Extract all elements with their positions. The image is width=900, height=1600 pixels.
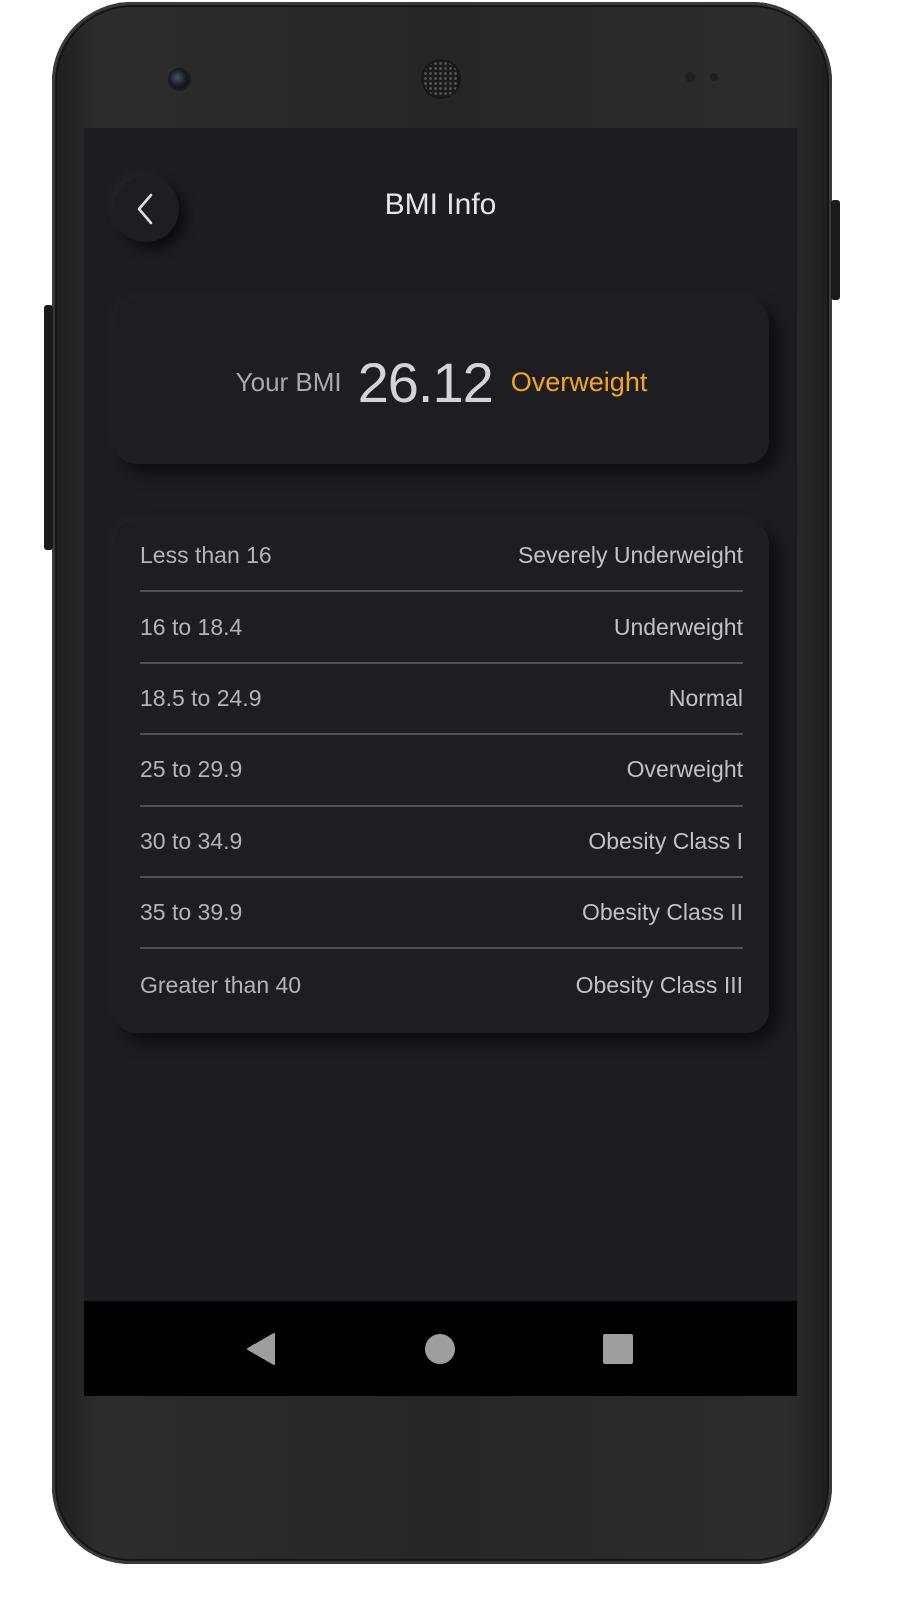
bmi-range-table: Less than 16 Severely Underweight 16 to 18… [114,521,769,1033]
front-camera-icon [170,70,189,89]
bmi-category: Normal [668,684,743,711]
earpiece-speaker-icon [423,61,459,97]
bmi-category: Underweight [613,613,743,640]
nav-home-button[interactable] [422,1331,458,1367]
bmi-value: 26.12 [357,350,494,414]
table-row: 18.5 to 24.9 Normal [140,664,743,736]
power-button [831,200,840,300]
table-row: 25 to 29.9 Overweight [140,735,743,807]
table-row: 35 to 39.9 Obesity Class II [140,878,743,950]
bmi-range: 25 to 29.9 [140,756,243,783]
nav-recents-button[interactable] [600,1331,636,1367]
bmi-range: 35 to 39.9 [140,899,243,926]
bmi-category: Obesity Class III [575,971,743,998]
light-sensor-icon [710,73,718,81]
bmi-range: 30 to 34.9 [140,827,243,854]
table-row: Greater than 40 Obesity Class III [140,949,743,1020]
app-screen: BMI Info Your BMI 26.12 Overweight Less … [84,128,797,1396]
bmi-category: Obesity Class II [581,899,743,926]
bmi-status: Overweight [510,366,648,397]
table-row: 30 to 34.9 Obesity Class I [140,807,743,878]
bmi-range: 16 to 18.4 [140,613,243,640]
android-navigation-bar [84,1301,797,1396]
bmi-category: Severely Underweight [517,542,743,569]
table-row: 16 to 18.4 Underweight [140,592,743,664]
bmi-range: Greater than 40 [140,971,302,998]
bmi-category: Overweight [626,756,743,783]
bmi-range: Less than 16 [140,542,272,569]
page-title: BMI Info [384,188,497,221]
proximity-sensor-icon [685,72,695,82]
back-triangle-icon [247,1333,275,1365]
table-row: Less than 16 Severely Underweight [140,521,743,593]
home-circle-icon [425,1334,455,1364]
bmi-result-card: Your BMI 26.12 Overweight [114,300,769,464]
bmi-range: 18.5 to 24.9 [140,684,262,711]
bmi-category: Obesity Class I [588,827,743,854]
recents-square-icon [603,1334,633,1364]
bmi-label: Your BMI [235,366,342,397]
nav-back-button[interactable] [244,1331,280,1367]
volume-button [44,305,53,550]
